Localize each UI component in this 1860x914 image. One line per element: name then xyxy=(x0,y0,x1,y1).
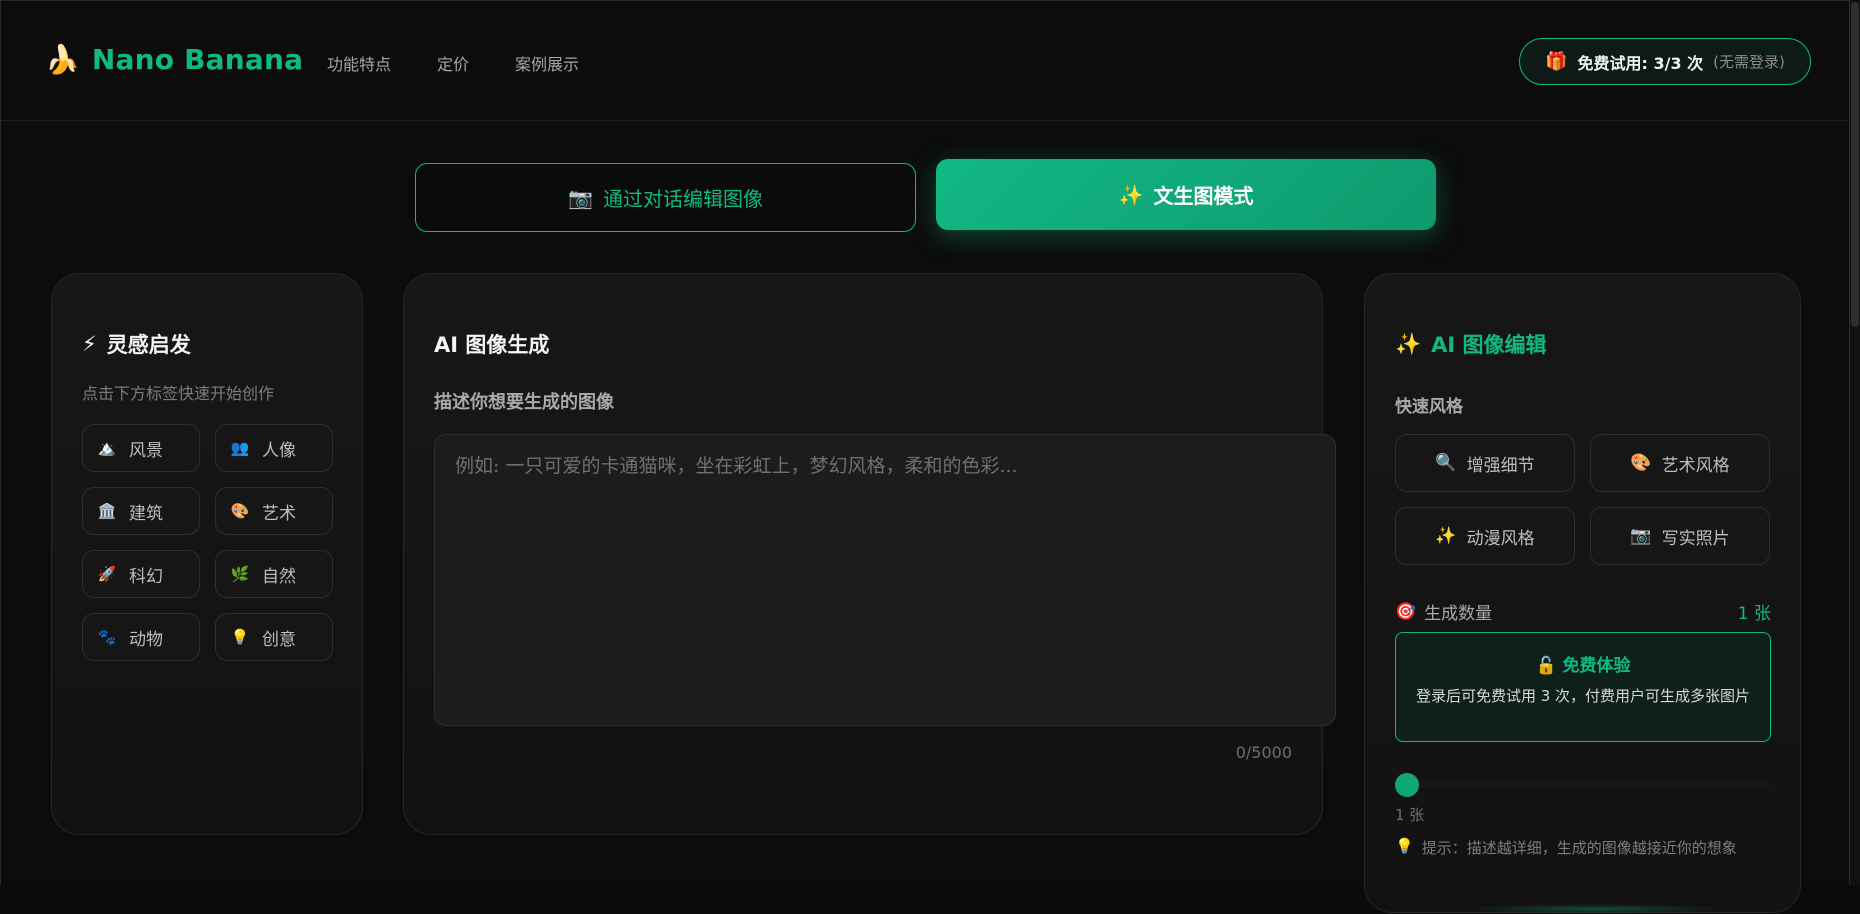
palette-icon: 🎨 xyxy=(230,502,250,520)
tag-art[interactable]: 🎨 艺术 xyxy=(215,487,333,535)
button-glow xyxy=(1465,904,1725,914)
unlock-icon: 🔓 xyxy=(1535,656,1557,676)
building-icon: 🏛️ xyxy=(97,502,117,520)
style-label: 动漫风格 xyxy=(1466,528,1535,549)
editor-title: ✨ AI 图像编辑 xyxy=(1395,329,1547,359)
style-anime-button[interactable]: ✨ 动漫风格 xyxy=(1395,507,1575,565)
free-trial-badge[interactable]: 🎁 免费试用: 3/3 次 (无需登录) xyxy=(1519,38,1811,85)
rocket-icon: 🚀 xyxy=(97,565,117,583)
tip: 💡 提示：描述越详细，生成的图像越接近你的想象 xyxy=(1395,837,1737,858)
style-label: 写实照片 xyxy=(1661,528,1730,549)
inspiration-title-text: 灵感启发 xyxy=(106,333,191,357)
generate-count-row: 🎯 生成数量 1 张 xyxy=(1395,599,1771,625)
mode-tab-label: 通过对话编辑图像 xyxy=(602,187,763,211)
generator-panel: AI 图像生成 描述你想要生成的图像 0/5000 xyxy=(403,273,1336,835)
nav-showcase[interactable]: 案例展示 xyxy=(515,51,579,75)
mode-tab-text-to-image[interactable]: ✨ 文生图模式 xyxy=(936,159,1436,230)
people-icon: 👥 xyxy=(230,439,250,457)
scrollbar-thumb[interactable] xyxy=(1851,2,1859,327)
banana-icon: 🍌 xyxy=(45,42,80,76)
count-slider-track[interactable] xyxy=(1395,782,1771,788)
sparkles-icon: ✨ xyxy=(1435,526,1457,546)
count-label: 🎯 生成数量 xyxy=(1395,599,1493,625)
leaf-icon: 🌿 xyxy=(230,565,250,583)
camera-icon: 📷 xyxy=(568,185,593,210)
trial-note: (无需登录) xyxy=(1713,53,1785,71)
tag-label: 自然 xyxy=(262,566,296,587)
trial-count: 免费试用: 3/3 次 xyxy=(1577,53,1704,73)
tag-landscape[interactable]: 🏔️ 风景 xyxy=(82,424,200,472)
camera-icon: 📷 xyxy=(1630,526,1652,546)
tag-label: 科幻 xyxy=(129,566,163,587)
header: 🍌 Nano Banana 功能特点 定价 案例展示 🎁 免费试用: 3/3 次… xyxy=(1,1,1849,121)
nav-features[interactable]: 功能特点 xyxy=(327,51,391,75)
prompt-input[interactable] xyxy=(434,434,1336,726)
palette-icon: 🎨 xyxy=(1630,453,1652,473)
tag-scifi[interactable]: 🚀 科幻 xyxy=(82,550,200,598)
tag-creative[interactable]: 💡 创意 xyxy=(215,613,333,661)
editor-title-text: AI 图像编辑 xyxy=(1431,333,1547,357)
char-counter: 0/5000 xyxy=(1235,743,1292,762)
inspiration-panel: ⚡ 灵感启发 点击下方标签快速开始创作 🏔️ 风景 👥 人像 🏛️ 建筑 🎨 艺术 🚀 科… xyxy=(51,273,363,835)
sparkles-icon: ✨ xyxy=(1395,331,1422,356)
logo[interactable]: 🍌 Nano Banana xyxy=(45,43,303,76)
target-icon: 🎯 xyxy=(1395,601,1417,622)
tag-label: 艺术 xyxy=(262,503,296,524)
style-photo-button[interactable]: 📷 写实照片 xyxy=(1590,507,1770,565)
inspiration-hint: 点击下方标签快速开始创作 xyxy=(82,384,275,403)
free-trial-box: 🔓 免费体验 登录后可免费试用 3 次，付费用户可生成多张图片 xyxy=(1395,632,1771,742)
free-trial-title: 🔓 免费体验 xyxy=(1396,651,1770,676)
tag-animal[interactable]: 🐾 动物 xyxy=(82,613,200,661)
editor-panel: ✨ AI 图像编辑 快速风格 🔍 增强细节 🎨 艺术风格 ✨ 动漫风格 📷 写实照片 🎯… xyxy=(1364,273,1801,914)
prompt-label: 描述你想要生成的图像 xyxy=(434,392,614,413)
quick-style-label: 快速风格 xyxy=(1395,397,1463,417)
lightning-icon: ⚡ xyxy=(82,332,97,356)
tip-text: 提示：描述越详细，生成的图像越接近你的想象 xyxy=(1421,839,1737,857)
count-slider-thumb[interactable] xyxy=(1395,773,1419,797)
mode-tab-label: 文生图模式 xyxy=(1153,184,1254,208)
style-art-button[interactable]: 🎨 艺术风格 xyxy=(1590,434,1770,492)
free-trial-desc: 登录后可免费试用 3 次，付费用户可生成多张图片 xyxy=(1415,687,1751,705)
tag-label: 动物 xyxy=(129,629,163,650)
count-value: 1 张 xyxy=(1737,604,1771,624)
free-trial-title-text: 免费体验 xyxy=(1562,656,1631,676)
style-enhance-detail-button[interactable]: 🔍 增强细节 xyxy=(1395,434,1575,492)
quick-styles: 🔍 增强细节 🎨 艺术风格 ✨ 动漫风格 📷 写实照片 xyxy=(1395,434,1770,565)
tag-nature[interactable]: 🌿 自然 xyxy=(215,550,333,598)
gift-icon: 🎁 xyxy=(1545,51,1568,72)
style-label: 增强细节 xyxy=(1466,455,1535,476)
brand-name: Nano Banana xyxy=(91,43,304,76)
lightbulb-icon: 💡 xyxy=(230,628,250,646)
scrollbar[interactable] xyxy=(1850,0,1860,885)
style-label: 艺术风格 xyxy=(1661,455,1730,476)
inspiration-tags: 🏔️ 风景 👥 人像 🏛️ 建筑 🎨 艺术 🚀 科幻 🌿 自然 🐾 动物 💡 创意 xyxy=(82,424,333,661)
lightbulb-icon: 💡 xyxy=(1395,837,1414,855)
mode-tab-chat-edit[interactable]: 📷 通过对话编辑图像 xyxy=(415,163,916,232)
magnifier-icon: 🔍 xyxy=(1435,453,1457,473)
mountain-icon: 🏔️ xyxy=(97,439,117,457)
sparkles-icon: ✨ xyxy=(1118,182,1144,207)
app-frame: 🍌 Nano Banana 功能特点 定价 案例展示 🎁 免费试用: 3/3 次… xyxy=(0,0,1850,914)
tag-portrait[interactable]: 👥 人像 xyxy=(215,424,333,472)
main-nav: 功能特点 定价 案例展示 xyxy=(327,51,579,75)
inspiration-title: ⚡ 灵感启发 xyxy=(82,329,191,359)
tag-architecture[interactable]: 🏛️ 建筑 xyxy=(82,487,200,535)
slider-value-label: 1 张 xyxy=(1395,806,1425,824)
nav-pricing[interactable]: 定价 xyxy=(437,51,469,75)
generator-title: AI 图像生成 xyxy=(434,333,550,357)
tag-label: 人像 xyxy=(262,440,296,461)
tag-label: 建筑 xyxy=(129,503,163,524)
paw-icon: 🐾 xyxy=(97,628,117,646)
tag-label: 风景 xyxy=(129,440,163,461)
count-label-text: 生成数量 xyxy=(1424,604,1493,624)
tag-label: 创意 xyxy=(262,629,296,650)
